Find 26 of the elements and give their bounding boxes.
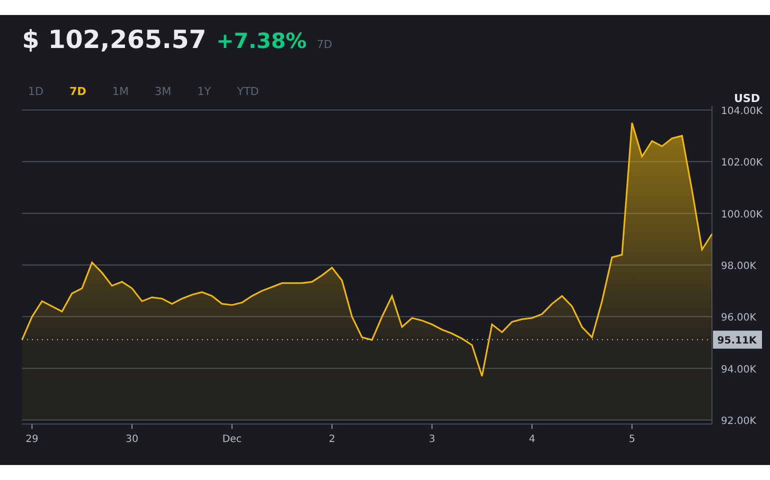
x-axis-label: 29 bbox=[26, 434, 38, 445]
y-axis-label: 100.00K bbox=[721, 209, 763, 220]
range-tab[interactable]: 1M bbox=[104, 84, 137, 98]
range-tab[interactable]: 7D bbox=[61, 84, 94, 98]
x-axis-label: 3 bbox=[428, 434, 436, 445]
axis-unit-label: USD bbox=[734, 92, 760, 104]
range-tab[interactable]: 1D bbox=[20, 84, 52, 98]
y-axis-label: 94.00K bbox=[721, 364, 756, 376]
x-axis-label: 4 bbox=[528, 434, 536, 445]
x-axis-label: 30 bbox=[126, 434, 138, 445]
range-tab[interactable]: YTD bbox=[228, 84, 267, 98]
period-label: 7D bbox=[316, 38, 332, 51]
y-axis-label: 98.00K bbox=[721, 261, 756, 272]
price-value: $ 102,265.57 bbox=[22, 25, 206, 54]
price-change: +7.38% bbox=[216, 29, 307, 53]
y-axis-label: 96.00K bbox=[721, 312, 756, 324]
y-axis-label: 104.00K bbox=[721, 106, 763, 117]
x-axis-label: Dec bbox=[222, 434, 242, 445]
x-axis-label: 5 bbox=[628, 434, 636, 445]
range-tab[interactable]: 1Y bbox=[189, 84, 219, 98]
current-price-label: 95.11K bbox=[713, 330, 762, 349]
y-axis-label: 102.00K bbox=[721, 158, 763, 169]
range-tab[interactable]: 3M bbox=[146, 84, 180, 98]
ref-line-label: 95.11K bbox=[717, 336, 758, 347]
x-axis-label: 2 bbox=[328, 434, 336, 445]
y-axis-label: 92.00K bbox=[721, 416, 756, 427]
